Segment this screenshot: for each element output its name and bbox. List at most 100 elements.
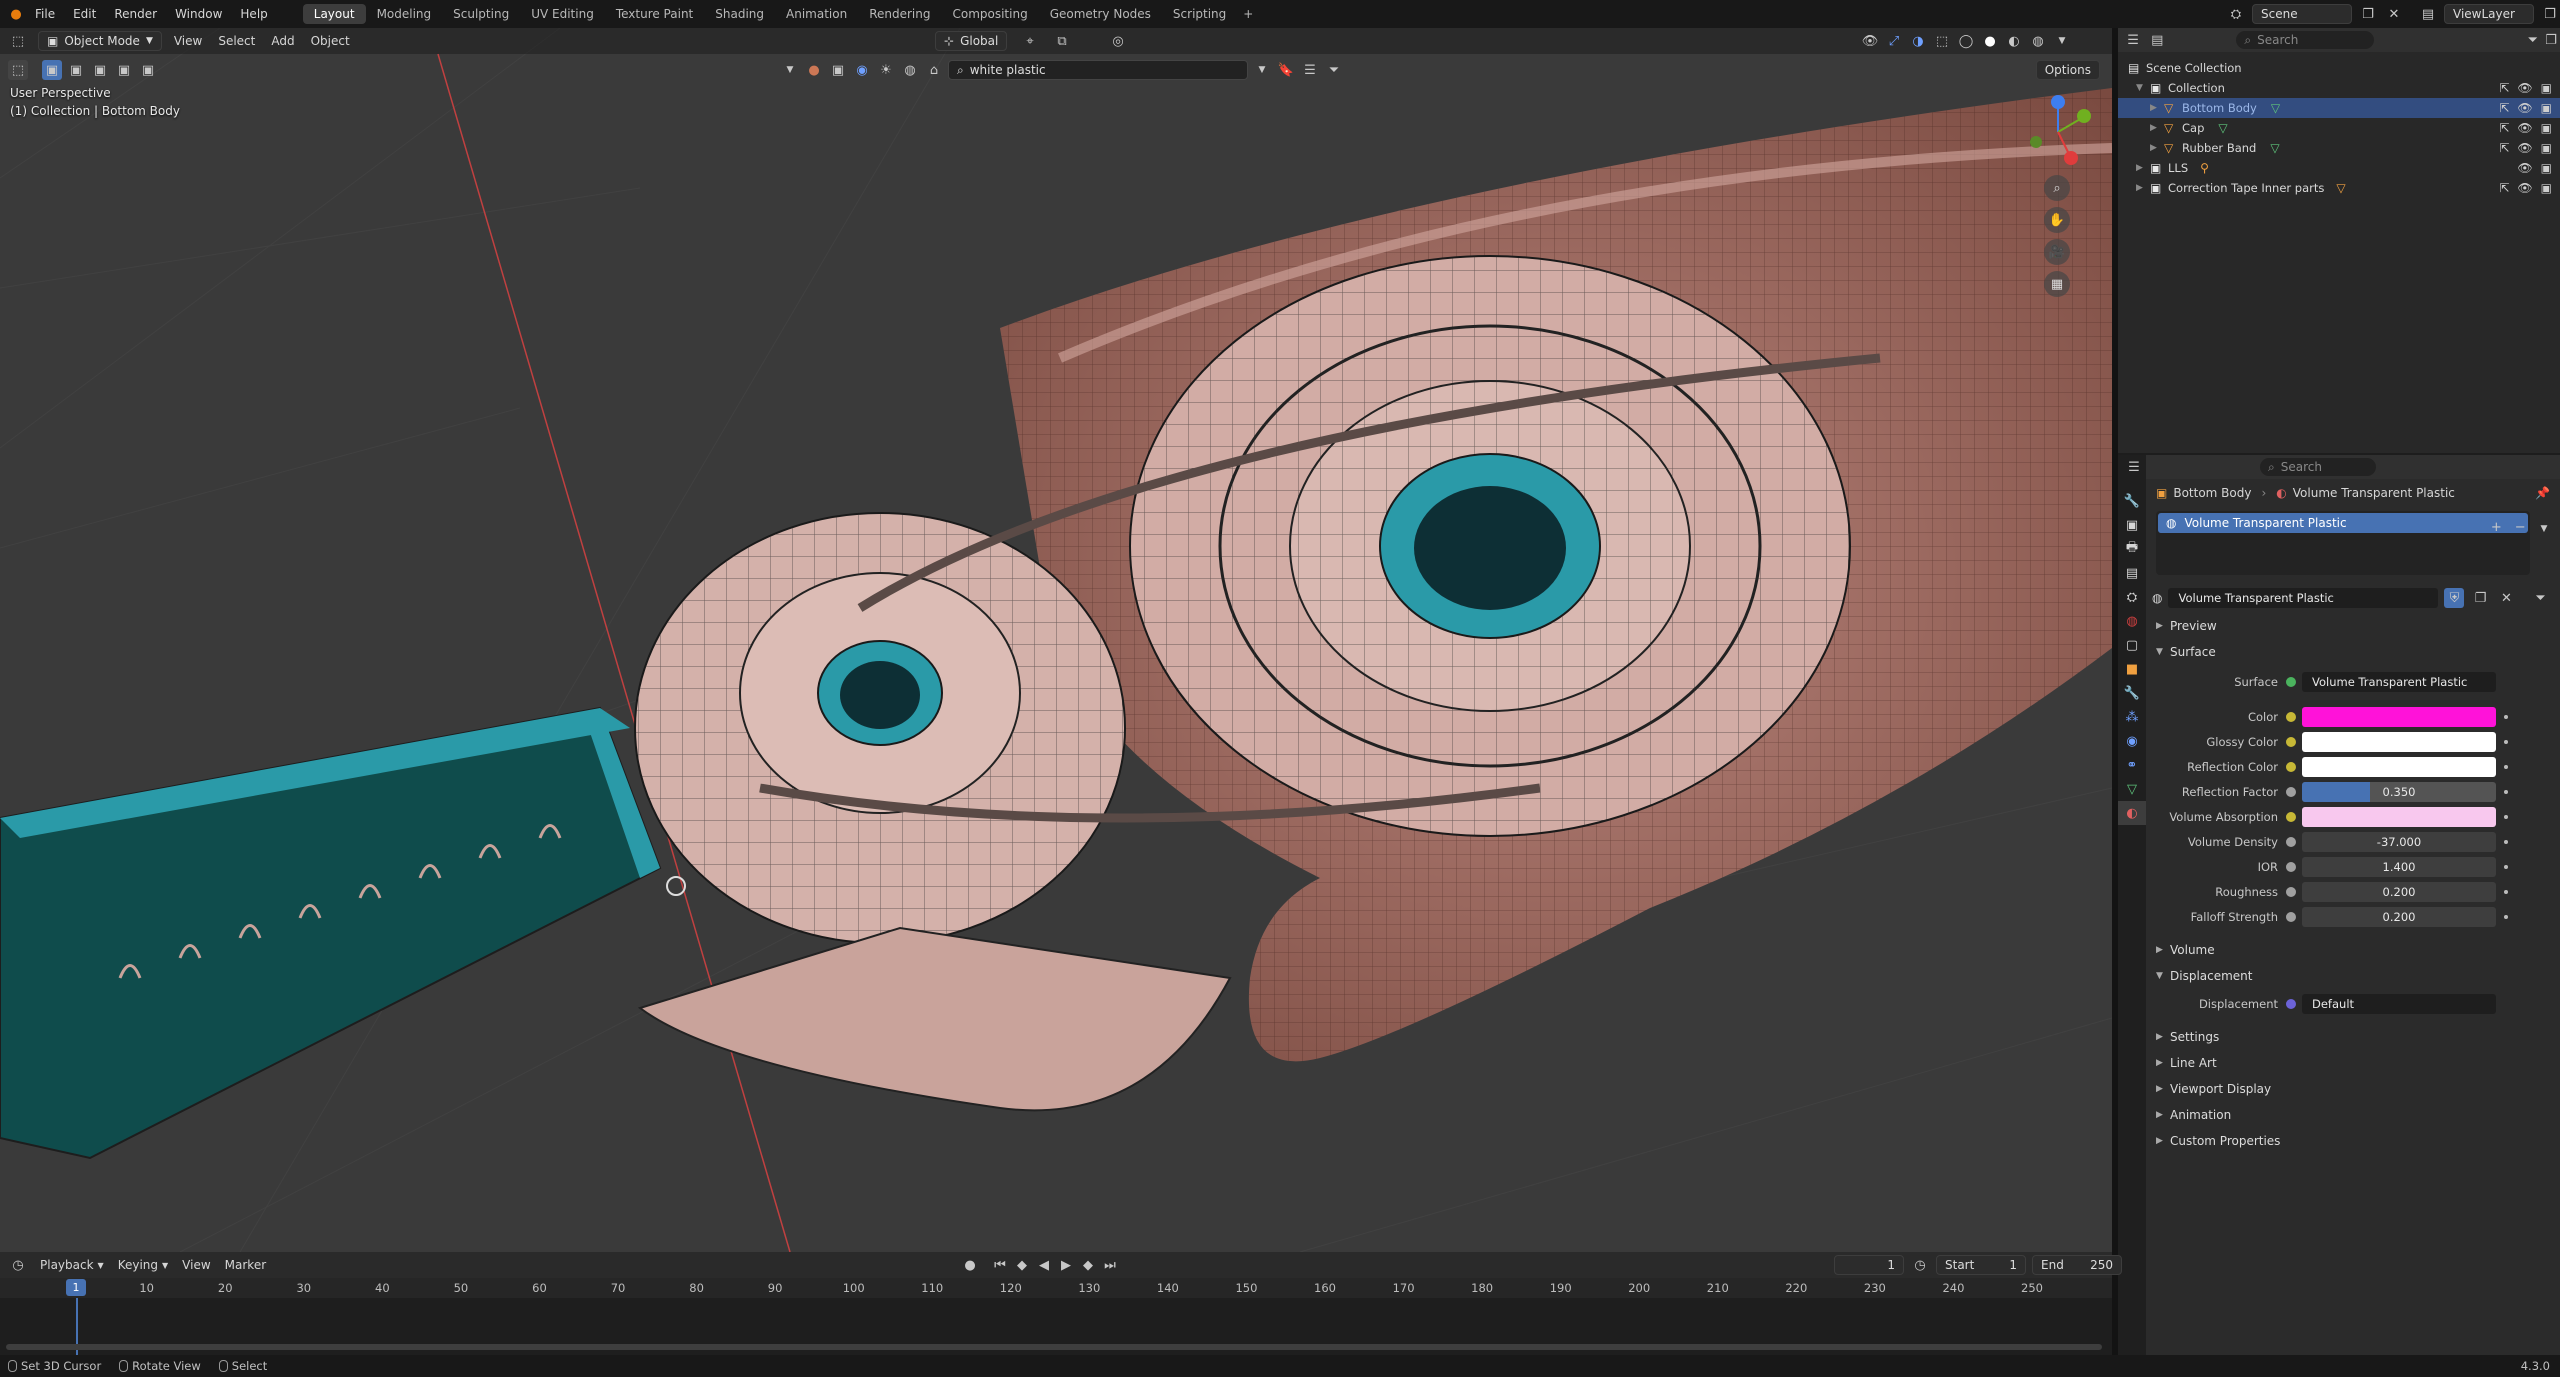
camera-render-icon[interactable]: ▣	[2541, 161, 2552, 175]
mode-selector[interactable]: ▣ Object Mode ▼	[38, 31, 162, 51]
properties-search-field[interactable]: ⌕ Search	[2260, 458, 2376, 476]
expand-right-icon[interactable]: ▶	[2150, 143, 2164, 153]
panel-volume[interactable]: ▶ Volume	[2146, 937, 2560, 963]
world-tab-icon[interactable]: ◍	[2118, 609, 2146, 633]
current-frame-field[interactable]: 1	[1834, 1255, 1904, 1275]
ior-field[interactable]: 1.400	[2302, 856, 2496, 877]
value-socket-icon[interactable]	[2286, 836, 2296, 847]
proportional-edit-icon[interactable]: ◎	[1108, 31, 1128, 51]
outliner-row-correction-tape-inner-parts[interactable]: ▶ ▣ Correction Tape Inner parts ▽ ⇱ 👁 ▣	[2118, 178, 2560, 198]
menu-window[interactable]: Window	[166, 0, 231, 28]
color-socket-icon[interactable]	[2286, 711, 2296, 722]
reflection-factor-slider[interactable]: 0.350	[2302, 781, 2496, 802]
material-shading-icon[interactable]: ◐	[2004, 31, 2024, 51]
sort-icon[interactable]: ☰	[1300, 60, 1320, 80]
auto-keying-icon[interactable]: ●	[960, 1255, 980, 1275]
browse-material-icon[interactable]: ◍	[2152, 591, 2162, 605]
select-intersect-icon[interactable]: ▣	[138, 60, 158, 80]
mesh-data-icon[interactable]: ▽	[2218, 121, 2227, 135]
object-children-icon[interactable]: ▽	[2336, 181, 2354, 195]
3d-viewport[interactable]: ⬚ ▣ Object Mode ▼ View Select Add Object…	[0, 28, 2112, 1252]
constraints-tab-icon[interactable]: ⚭	[2118, 753, 2146, 777]
snap-icon[interactable]: ⧉	[1052, 31, 1072, 51]
timeline-scrollbar[interactable]	[6, 1344, 2102, 1350]
panel-custom-properties[interactable]: ▶ Custom Properties	[2146, 1128, 2560, 1154]
expand-right-icon[interactable]: ▶	[2150, 123, 2164, 133]
modifier-tab-icon[interactable]: 🔧	[2118, 681, 2146, 705]
remove-slot-icon[interactable]: −	[2510, 517, 2530, 537]
new-view-layer-icon[interactable]: ❐	[2540, 4, 2560, 24]
empty-filter-icon[interactable]: ◍	[900, 60, 920, 80]
tool-tab-icon[interactable]: 🔧	[2118, 489, 2146, 513]
camera-render-icon[interactable]: ▣	[2541, 101, 2552, 115]
selectable-icon[interactable]: ⇱	[2499, 121, 2509, 135]
material-filter-icon[interactable]: ⏷	[2530, 588, 2550, 608]
viewport-search-field[interactable]: ⌕ white plastic	[948, 60, 1248, 80]
axis-gizmo[interactable]	[2018, 92, 2098, 172]
pivot-icon[interactable]: ⌖	[1020, 31, 1040, 51]
timeline-editor-icon[interactable]: ◷	[8, 1255, 28, 1275]
gizmo-toggle-icon[interactable]: ⤢	[1884, 31, 1904, 51]
view-layer-icon[interactable]: ▤	[2418, 4, 2438, 24]
value-socket-icon[interactable]	[2286, 861, 2296, 872]
expand-right-icon[interactable]: ▶	[2150, 103, 2164, 113]
value-socket-icon[interactable]	[2286, 911, 2296, 922]
selectable-icon[interactable]: ⇱	[2499, 101, 2509, 115]
unlink-material-icon[interactable]: ✕	[2496, 588, 2516, 608]
jump-end-icon[interactable]: ⏭	[1100, 1255, 1120, 1275]
camera-filter-icon[interactable]: ◉	[852, 60, 872, 80]
selectable-icon[interactable]: ⇱	[2499, 81, 2509, 95]
glossy-color-swatch[interactable]	[2302, 731, 2496, 752]
blender-logo-icon[interactable]: ●	[6, 4, 26, 24]
surface-shader-field[interactable]: Volume Transparent Plastic	[2302, 671, 2496, 692]
select-invert-icon[interactable]: ▣	[114, 60, 134, 80]
data-tab-icon[interactable]: ▽	[2118, 777, 2146, 801]
camera-render-icon[interactable]: ▣	[2541, 81, 2552, 95]
keyframe-dot-icon[interactable]	[2504, 889, 2508, 894]
view-layer-field[interactable]: ViewLayer	[2444, 4, 2534, 24]
tab-layout[interactable]: Layout	[302, 4, 366, 24]
eye-icon[interactable]: 👁	[2517, 121, 2532, 135]
camera-render-icon[interactable]: ▣	[2541, 121, 2552, 135]
play-icon[interactable]: ▶	[1056, 1255, 1076, 1275]
transform-orientation[interactable]: ⊹ Global	[935, 31, 1008, 51]
eye-icon[interactable]: 👁	[2517, 101, 2532, 115]
volume-absorption-swatch[interactable]	[2302, 806, 2496, 827]
object-tab-icon[interactable]: ■	[2118, 657, 2146, 681]
menu-select[interactable]: Select	[218, 34, 255, 48]
light-filter-icon[interactable]: ☀	[876, 60, 896, 80]
timeline-menu-marker[interactable]: Marker	[225, 1258, 266, 1272]
keying-menu[interactable]: Keying ▼	[118, 1258, 168, 1272]
new-scene-icon[interactable]: ❐	[2358, 4, 2378, 24]
filter-dropdown-icon[interactable]: ▼	[780, 60, 800, 80]
menu-object[interactable]: Object	[311, 34, 350, 48]
mesh-data-icon[interactable]: ▽	[2270, 141, 2279, 155]
keyframe-dot-icon[interactable]	[2504, 714, 2508, 719]
display-mode-icon[interactable]: ▤	[2148, 30, 2166, 50]
tab-animation[interactable]: Animation	[775, 4, 858, 24]
properties-editor-icon[interactable]: ☰	[2124, 457, 2144, 477]
outliner-row-cap[interactable]: ▶ ▽ Cap ▽ ⇱ 👁 ▣	[2118, 118, 2560, 138]
collection-tab-icon[interactable]: ▢	[2118, 633, 2146, 657]
tab-rendering[interactable]: Rendering	[858, 4, 941, 24]
material-tab-icon[interactable]: ◐	[2118, 801, 2146, 825]
outliner-row-rubber-band[interactable]: ▶ ▽ Rubber Band ▽ ⇱ 👁 ▣	[2118, 138, 2560, 158]
menu-view[interactable]: View	[174, 34, 202, 48]
keyframe-dot-icon[interactable]	[2504, 839, 2508, 844]
keyframe-dot-icon[interactable]	[2504, 789, 2508, 794]
shader-socket-icon[interactable]	[2286, 676, 2296, 687]
jump-keyframe-back-icon[interactable]: ◆	[1012, 1255, 1032, 1275]
outliner-row-lls[interactable]: ▶ ▣ LLS ⚲ 👁 ▣	[2118, 158, 2560, 178]
clock-icon[interactable]: ◷	[1910, 1255, 1930, 1275]
add-workspace-icon[interactable]: +	[1237, 7, 1259, 21]
material-name-field[interactable]: Volume Transparent Plastic	[2168, 588, 2439, 608]
new-collection-icon[interactable]: ❐	[2542, 30, 2560, 50]
scene-icon[interactable]: ⛭	[2226, 4, 2246, 24]
tab-texture-paint[interactable]: Texture Paint	[605, 4, 704, 24]
current-frame-marker[interactable]: 1	[66, 1279, 86, 1296]
eye-icon[interactable]: 👁	[2517, 81, 2532, 95]
select-new-icon[interactable]: ▣	[42, 60, 62, 80]
pin-icon[interactable]: 📌	[2535, 486, 2550, 500]
tab-modeling[interactable]: Modeling	[366, 4, 443, 24]
tab-shading[interactable]: Shading	[704, 4, 775, 24]
